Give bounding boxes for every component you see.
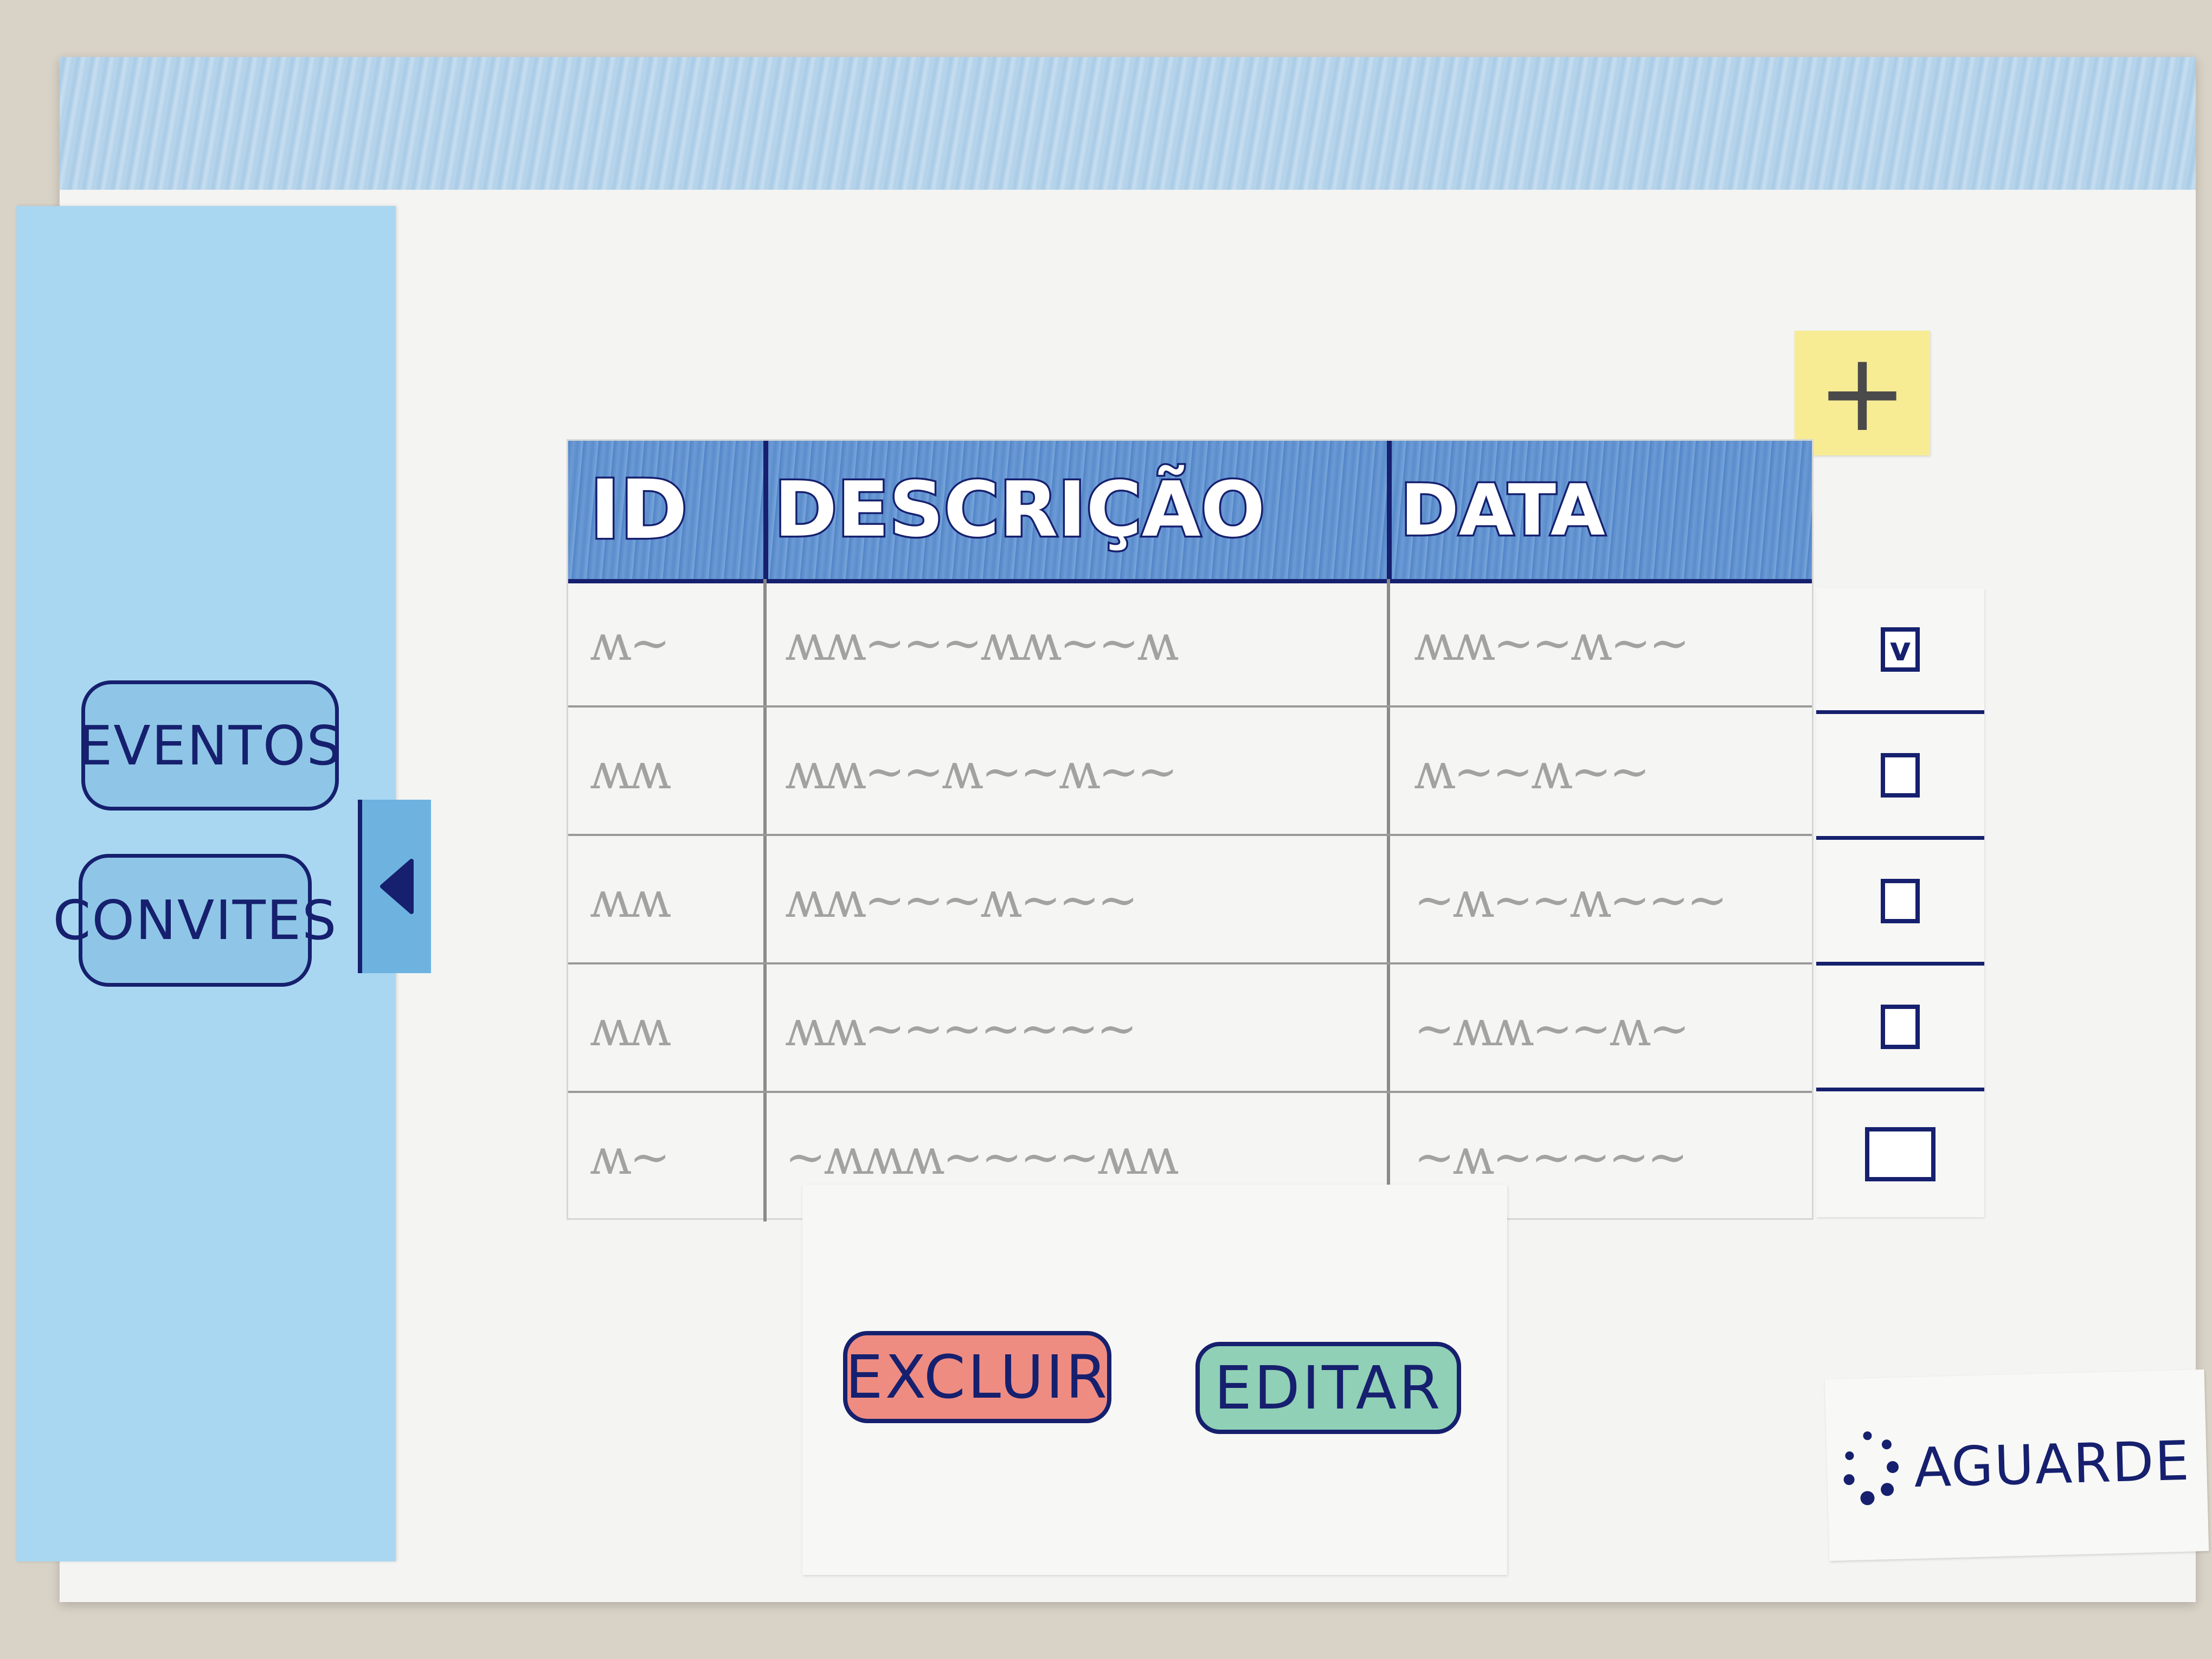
row-checkbox[interactable]: [1881, 1004, 1920, 1049]
add-button[interactable]: +: [1795, 331, 1930, 455]
loading-spinner-icon: [1843, 1430, 1899, 1508]
header-divider: [763, 441, 768, 579]
table-row[interactable]: ʍʍ ʍʍ~~ʍ~~ʍ~~ ʍ~~ʍ~~: [568, 708, 1812, 836]
cell-id: ʍʍ: [590, 872, 671, 929]
cell-id: ʍ~: [590, 615, 670, 672]
row-select: [1816, 966, 1984, 1091]
cell-id: ʍʍ: [590, 1000, 671, 1057]
sidebar-item-eventos[interactable]: EVENTOS: [78, 680, 342, 811]
cell-data: ʍʍ~~ʍ~~: [1414, 615, 1690, 672]
edit-button-label: EDITAR: [1214, 1353, 1443, 1423]
status-text: AGUARDE: [1913, 1429, 2191, 1500]
row-select: [1816, 714, 1984, 840]
column-header-descricao[interactable]: DESCRIÇÃO: [772, 441, 1266, 579]
spinner-dot: [1845, 1451, 1854, 1460]
spinner-dot: [1863, 1431, 1872, 1440]
row-select: [1816, 1091, 1984, 1217]
cell-descricao: ʍʍ~~~ʍʍ~~ʍ: [785, 615, 1179, 672]
cell-data: ʍ~~ʍ~~: [1414, 743, 1650, 800]
sidebar-item-label: EVENTOS: [78, 713, 342, 777]
collapse-sidebar-button[interactable]: [358, 800, 431, 973]
plus-icon: +: [1817, 330, 1908, 456]
cell-descricao: ʍʍ~~~ʍ~~~: [785, 872, 1139, 929]
table-row[interactable]: ʍʍ ʍʍ~~~~~~~ ~ʍʍ~~ʍ~: [568, 964, 1812, 1093]
row-select: v: [1816, 588, 1984, 714]
delete-button-label: EXCLUIR: [845, 1342, 1109, 1412]
sidebar-item-label: CONVITES: [53, 889, 338, 952]
cell-id: ʍʍ: [590, 743, 671, 800]
action-panel: EXCLUIR EDITAR: [802, 1185, 1507, 1575]
sidebar: EVENTOS CONVITES: [16, 206, 396, 1561]
column-header-data[interactable]: DATA: [1399, 441, 1607, 579]
events-table: ID DESCRIÇÃO DATA ʍ~ ʍʍ~~~ʍʍ~~ʍ ʍʍ~~ʍ~~ …: [567, 439, 1814, 1221]
cell-descricao: ʍʍ~~ʍ~~ʍ~~: [785, 743, 1178, 800]
cell-data: ~ʍʍ~~ʍ~: [1414, 1000, 1690, 1057]
top-bar: [60, 57, 2196, 190]
spinner-dot: [1881, 1439, 1892, 1449]
sidebar-item-convites[interactable]: CONVITES: [53, 854, 337, 987]
cell-descricao: ʍʍ~~~~~~~: [785, 1000, 1137, 1057]
header-divider: [1387, 441, 1392, 579]
sidebar-tab: [16, 770, 46, 930]
row-checkbox[interactable]: v: [1881, 627, 1920, 672]
row-selection-column: v: [1816, 588, 1984, 1217]
table-row[interactable]: ʍ~ ʍʍ~~~ʍʍ~~ʍ ʍʍ~~ʍ~~: [568, 579, 1812, 708]
loading-status: AGUARDE: [1824, 1369, 2209, 1561]
column-header-id[interactable]: ID: [588, 441, 689, 579]
triangle-left-icon: [380, 859, 414, 914]
row-checkbox[interactable]: [1881, 878, 1920, 923]
table-row[interactable]: ʍʍ ʍʍ~~~ʍ~~~ ~ʍ~~ʍ~~~: [568, 836, 1812, 964]
spinner-dot: [1886, 1461, 1899, 1473]
spinner-dot: [1881, 1482, 1894, 1496]
spinner-dot: [1843, 1474, 1855, 1485]
delete-button[interactable]: EXCLUIR: [843, 1331, 1111, 1423]
cell-data: ~ʍ~~ʍ~~~: [1414, 872, 1728, 929]
row-checkbox[interactable]: [1881, 753, 1920, 798]
cell-id: ʍ~: [590, 1129, 670, 1186]
row-checkbox[interactable]: [1865, 1127, 1935, 1181]
row-select: [1816, 840, 1984, 966]
table-header: ID DESCRIÇÃO DATA: [568, 441, 1812, 583]
spinner-dot: [1860, 1490, 1875, 1506]
edit-button[interactable]: EDITAR: [1195, 1342, 1461, 1434]
